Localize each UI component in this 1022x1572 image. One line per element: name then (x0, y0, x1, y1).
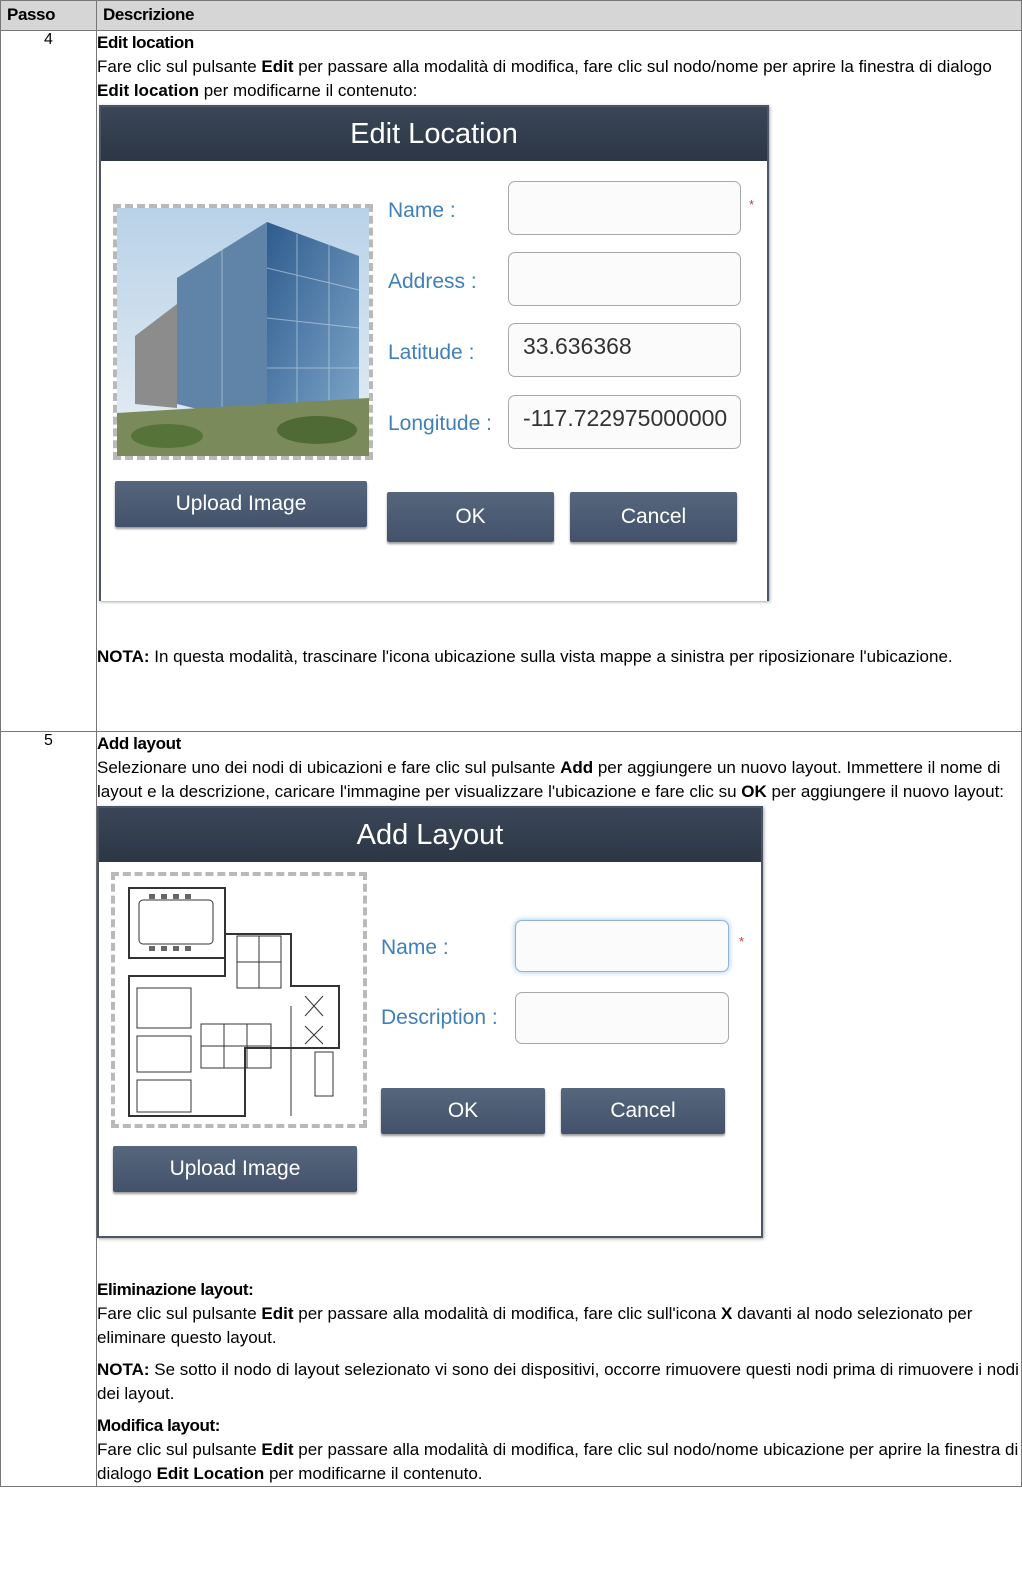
delete-layout-text: Fare clic sul pulsante Edit per passare … (97, 1304, 973, 1347)
location-image (113, 204, 373, 460)
required-marker: * (749, 197, 755, 212)
edit-location-dialog: Edit Location Upload Image Name: * Addr… (99, 105, 769, 601)
delete-layout-title: Eliminazione layout: (97, 1280, 254, 1299)
cancel-button[interactable]: Cancel (570, 492, 737, 542)
ok-button[interactable]: OK (381, 1088, 545, 1134)
layout-image (111, 872, 367, 1128)
latitude-input[interactable]: 33.636368 (508, 323, 741, 377)
name-label: Name : (381, 936, 449, 959)
table-row: 5 Add layout Selezionare uno dei nodi di… (0, 731, 1022, 1487)
floor-plan-icon (115, 876, 363, 1124)
name-input[interactable] (515, 920, 729, 972)
step-number: 4 (0, 30, 97, 732)
step-intro: Selezionare uno dei nodi di ubicazioni e… (97, 758, 1005, 801)
step-title: Add layout (97, 734, 181, 753)
header-step: Passo (0, 0, 97, 31)
add-layout-dialog: Add Layout Upload Image Name: * Descrip… (97, 806, 763, 1238)
table-row: 4 Edit location Fare clic sul pulsante E… (0, 30, 1022, 732)
latitude-label: Latitude : (388, 341, 475, 364)
cancel-button[interactable]: Cancel (561, 1088, 725, 1134)
note: NOTA: In questa modalità, trascinare l'i… (97, 647, 953, 666)
dialog-title: Edit Location (101, 107, 767, 161)
step-number: 5 (0, 731, 97, 1487)
upload-image-button[interactable]: Upload Image (115, 481, 367, 527)
edit-layout-text: Fare clic sul pulsante Edit per passare … (97, 1440, 1019, 1483)
step-description: Add layout Selezionare uno dei nodi di u… (96, 731, 1022, 1487)
upload-image-button[interactable]: Upload Image (113, 1146, 357, 1192)
required-marker: * (739, 934, 745, 949)
building-photo-icon (117, 208, 369, 456)
dialog-title: Add Layout (99, 808, 761, 862)
step-description: Edit location Fare clic sul pulsante Edi… (96, 30, 1022, 732)
name-input[interactable] (508, 181, 741, 235)
header-row: Passo Descrizione (0, 0, 1022, 31)
longitude-label: Longitude : (388, 412, 492, 435)
description-input[interactable] (515, 992, 729, 1044)
address-label: Address : (388, 270, 477, 293)
ok-button[interactable]: OK (387, 492, 554, 542)
edit-layout-title: Modifica layout: (97, 1416, 220, 1435)
steps-table: Passo Descrizione 4 Edit location Fare c… (0, 0, 1022, 1487)
longitude-input[interactable]: -117.722975000000 (508, 395, 741, 449)
address-input[interactable] (508, 252, 741, 306)
step-title: Edit location (97, 33, 194, 52)
name-label: Name : (388, 199, 456, 222)
description-label: Description : (381, 1006, 498, 1029)
note: NOTA: Se sotto il nodo di layout selezio… (97, 1360, 1019, 1403)
header-description: Descrizione (96, 0, 1022, 31)
step-intro: Fare clic sul pulsante Edit per passare … (97, 57, 992, 100)
